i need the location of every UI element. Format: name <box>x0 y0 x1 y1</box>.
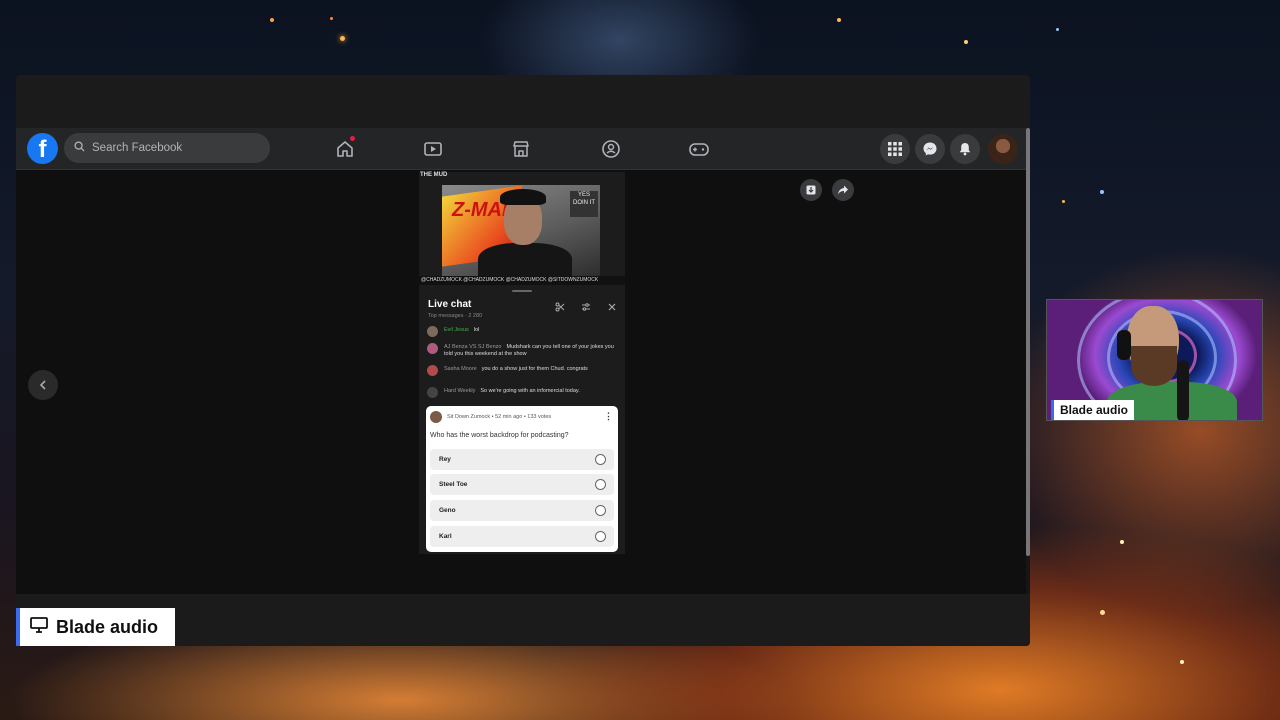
menu-grid-icon[interactable] <box>880 134 910 164</box>
watch-icon[interactable] <box>420 136 446 162</box>
share-icon[interactable] <box>832 179 854 201</box>
facebook-logo[interactable]: f <box>27 133 58 164</box>
poll-meta: Sit Down Zumock • 52 min ago • 133 votes <box>447 414 552 420</box>
search-box[interactable] <box>64 133 270 163</box>
phone-screenshot: THE MUD Z-MAN YES DOIN IT @CHADZUMOCK @C… <box>419 172 625 554</box>
poll-option-label: Steel Toe <box>439 481 468 488</box>
radio-icon[interactable] <box>595 505 606 516</box>
notification-dot <box>350 136 355 141</box>
chat-text: lol <box>473 327 480 333</box>
radio-icon[interactable] <box>595 454 606 465</box>
avatar <box>427 365 438 376</box>
media-viewer: THE MUD Z-MAN YES DOIN IT @CHADZUMOCK @C… <box>16 170 1026 594</box>
webcam-label: Blade audio <box>1051 400 1135 420</box>
spark <box>330 17 333 20</box>
live-chat-subtitle[interactable]: Top messages · 2 280 <box>428 313 482 319</box>
poll-option-label: Geno <box>439 507 456 514</box>
monitor-icon <box>30 616 48 638</box>
window-top-bar <box>16 75 1030 128</box>
wall-sign: YES DOIN IT <box>570 191 598 217</box>
poll-card: Sit Down Zumock • 52 min ago • 133 votes… <box>426 406 618 552</box>
poll-option[interactable]: Geno <box>430 500 614 521</box>
chat-author: Evil Jesus <box>444 327 469 333</box>
poll-question: Who has the worst backdrop for podcastin… <box>430 432 569 439</box>
chat-author: Hard Weekly <box>444 388 476 394</box>
avatar <box>430 411 442 423</box>
avatar <box>427 387 438 398</box>
radio-icon[interactable] <box>595 531 606 542</box>
spark <box>1180 660 1184 664</box>
video-corner-text: THE MUD <box>420 172 448 178</box>
marketplace-icon[interactable] <box>508 136 534 162</box>
spark <box>270 18 274 22</box>
spark <box>1062 200 1065 203</box>
download-icon[interactable] <box>800 179 822 201</box>
source-label-text: Blade audio <box>56 616 159 637</box>
live-chat-title: Live chat <box>428 299 472 310</box>
groups-icon[interactable] <box>598 136 624 162</box>
spark <box>1120 540 1124 544</box>
webcam-overlay: Blade audio <box>1046 299 1263 421</box>
notifications-icon[interactable] <box>950 134 980 164</box>
facebook-navbar: f <box>16 128 1026 170</box>
page-scrollbar[interactable] <box>1026 128 1030 556</box>
screen-share-window: f Search Facebook THE MUD Z-MAN YES DOIN… <box>16 75 1030 646</box>
search-input[interactable] <box>92 142 252 154</box>
spark <box>1056 28 1059 31</box>
poll-option[interactable]: Karl <box>430 526 614 547</box>
live-chat-header: Live chat Top messages · 2 280 <box>419 292 625 322</box>
headphones <box>1117 330 1131 360</box>
spark <box>837 18 841 22</box>
close-icon[interactable] <box>607 302 617 315</box>
screen-source-label: Blade audio <box>16 608 175 646</box>
chat-author: Sasha Moore <box>444 366 477 372</box>
profile-avatar[interactable] <box>988 134 1018 164</box>
microphone <box>1177 360 1189 420</box>
settings-sliders-icon[interactable] <box>581 302 591 315</box>
spark <box>964 40 968 44</box>
poll-option[interactable]: Rey <box>430 449 614 470</box>
gaming-icon[interactable] <box>686 136 712 162</box>
chat-text: you do a show just for them Chud. congra… <box>481 366 588 372</box>
spark <box>1100 610 1105 615</box>
streamer-beard <box>1131 346 1177 386</box>
radio-icon[interactable] <box>595 479 606 490</box>
host-cap <box>500 189 546 205</box>
spark <box>340 36 345 41</box>
poll-option-label: Rey <box>439 456 451 463</box>
messenger-icon[interactable] <box>915 134 945 164</box>
more-options-icon[interactable]: ⋮ <box>604 411 613 422</box>
poll-option[interactable]: Steel Toe <box>430 474 614 495</box>
avatar <box>427 326 438 337</box>
chat-text: So we're going with an infomercial today… <box>480 388 580 394</box>
clip-icon[interactable] <box>555 302 565 315</box>
video-ticker: @CHADZUMOCK @CHADZUMOCK @CHADZUMOCK @SIT… <box>419 276 625 285</box>
home-icon[interactable] <box>332 136 358 162</box>
chat-author: AJ Benza VS SJ Benzo <box>444 344 502 350</box>
previous-arrow-icon[interactable] <box>28 370 58 400</box>
host-body <box>478 243 572 276</box>
poll-option-label: Karl <box>439 533 452 540</box>
stream-video[interactable]: Z-MAN YES DOIN IT <box>442 185 600 276</box>
avatar <box>427 343 438 354</box>
spark <box>1100 190 1104 194</box>
search-icon <box>74 141 85 155</box>
